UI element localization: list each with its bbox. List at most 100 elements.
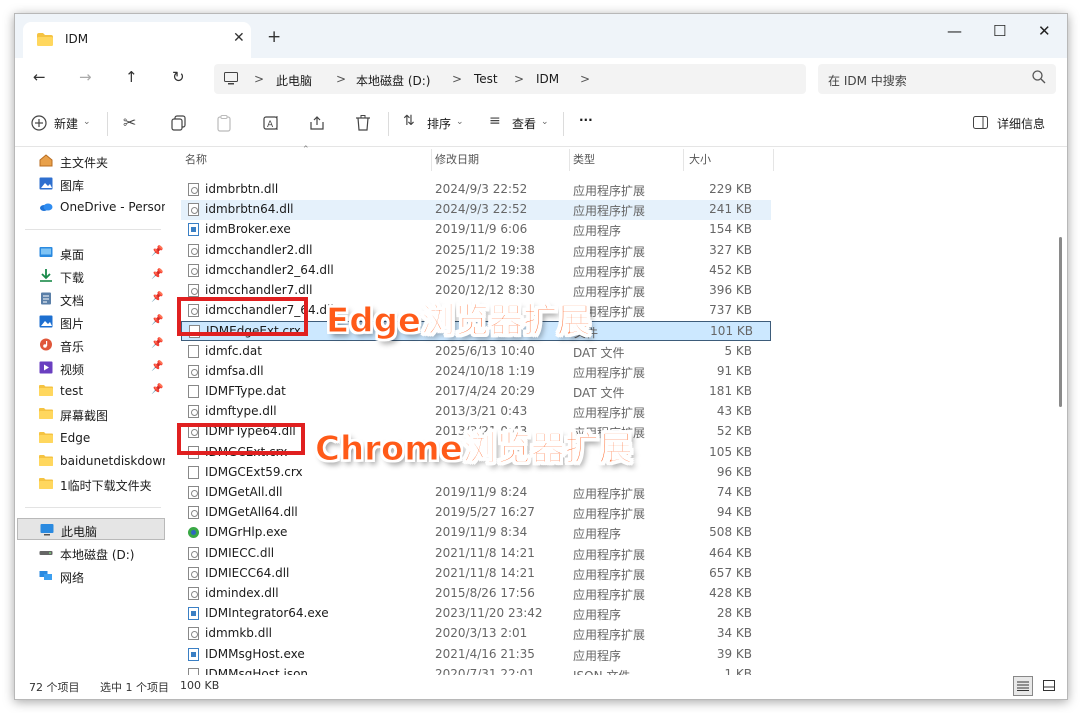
file-row[interactable]: IDMIECC64.dll 2021/11/8 14:21 应用程序扩展 657 KB — [181, 564, 771, 584]
sidebar-item-home[interactable]: 主文件夹 — [17, 150, 165, 172]
sidebar-item-onedrive[interactable]: OneDrive - Personal — [17, 196, 165, 218]
file-row[interactable]: IDMIntegrator64.exe 2023/11/20 23:42 应用程序 2… — [181, 604, 771, 624]
file-size: 737 KB — [709, 303, 752, 318]
file-row[interactable]: idmBroker.exe 2019/11/9 6:06 应用程序 154 KB — [181, 220, 771, 240]
minimize-button[interactable]: — — [947, 22, 962, 40]
sidebar-item-videos[interactable]: 视频 📌 — [17, 357, 165, 379]
share-icon[interactable] — [309, 115, 325, 131]
sort-icon[interactable]: ⇅ — [403, 113, 415, 129]
rename-icon[interactable]: A — [263, 115, 280, 131]
file-row[interactable]: IDMGrHlp.exe 2019/11/9 8:34 应用程序 508 KB — [181, 523, 771, 543]
folder-icon — [39, 408, 53, 419]
new-icon[interactable] — [31, 115, 47, 131]
file-row[interactable]: IDMMsgHost.exe 2021/4/16 21:35 应用程序 39 KB — [181, 645, 771, 665]
file-row[interactable]: idmmkb.dll 2020/3/13 2:01 应用程序扩展 34 KB — [181, 624, 771, 644]
more-options-button[interactable]: ··· — [579, 113, 593, 127]
file-size: 52 KB — [716, 424, 752, 439]
file-row[interactable]: idmfsa.dll 2024/10/18 1:19 应用程序扩展 91 KB — [181, 362, 771, 382]
refresh-button[interactable]: ↻ — [172, 68, 185, 86]
sidebar-item-documents[interactable]: 文档 📌 — [17, 288, 165, 310]
sidebar-item-label: OneDrive - Personal — [60, 200, 165, 214]
file-size: 39 KB — [716, 646, 752, 661]
exe-file-icon — [188, 526, 199, 539]
sidebar-item-downloads[interactable]: 下载 📌 — [17, 265, 165, 287]
file-row[interactable]: IDMFType.dat 2017/4/24 20:29 DAT 文件 181 KB — [181, 382, 771, 402]
dll-file-icon — [188, 506, 199, 520]
tab-close-button[interactable]: ✕ — [233, 30, 245, 46]
sidebar-item-label: 音乐 — [60, 340, 85, 354]
close-window-button[interactable]: ✕ — [1038, 22, 1051, 40]
maximize-button[interactable]: ☐ — [993, 22, 1006, 40]
delete-icon[interactable] — [356, 115, 370, 131]
column-header-date[interactable]: 修改日期 — [435, 151, 479, 167]
sidebar-item-music[interactable]: 音乐 📌 — [17, 334, 165, 356]
column-header-name[interactable]: 名称 — [185, 151, 207, 167]
file-row[interactable]: idmfc.dat 2025/6/13 10:40 DAT 文件 5 KB — [181, 342, 771, 362]
annotation-edge-extension: Edge浏览器扩展 — [326, 301, 592, 342]
toolbar-divider — [563, 112, 564, 136]
details-view-button[interactable] — [1013, 676, 1033, 696]
breadcrumb-drive-d[interactable]: 本地磁盘 (D:) — [356, 72, 430, 89]
file-size: 34 KB — [716, 626, 752, 641]
column-divider — [683, 149, 684, 171]
sidebar-item-edge[interactable]: Edge — [17, 427, 165, 449]
sidebar-item-screenshots[interactable]: 屏幕截图 — [17, 403, 165, 425]
file-size: 464 KB — [709, 545, 752, 560]
file-size: 96 KB — [716, 464, 752, 479]
sort-button[interactable]: 排序 — [427, 115, 451, 132]
sidebar-item-this-pc[interactable]: 此电脑 — [17, 518, 165, 540]
paste-icon[interactable] — [217, 115, 231, 132]
sidebar-item-pictures[interactable]: 图片 📌 — [17, 311, 165, 333]
annotation-chrome-extension: Chrome浏览器扩展 — [315, 429, 634, 470]
vertical-scrollbar[interactable] — [1056, 147, 1066, 675]
file-row[interactable]: IDMGetAll.dll 2019/11/9 8:24 应用程序扩展 74 KB — [181, 483, 771, 503]
file-row[interactable]: idmcchandler2_64.dll 2025/11/2 19:38 应用程序扩… — [181, 261, 771, 281]
details-pane-icon[interactable] — [973, 116, 988, 129]
sidebar-item-temp-downloads[interactable]: 1临时下载文件夹 — [17, 473, 165, 495]
file-row[interactable]: IDMGetAll64.dll 2019/5/27 16:27 应用程序扩展 94 K… — [181, 503, 771, 523]
file-row[interactable]: idmbrbtn.dll 2024/9/3 22:52 应用程序扩展 229 KB — [181, 180, 771, 200]
tab-idm[interactable]: IDM ✕ — [23, 22, 251, 58]
copy-icon[interactable] — [171, 115, 186, 131]
address-bar[interactable]: > 此电脑 > 本地磁盘 (D:) > Test > IDM > — [214, 64, 806, 94]
sidebar-item-gallery[interactable]: 图库 — [17, 173, 165, 195]
column-header-type[interactable]: 类型 — [573, 151, 595, 167]
breadcrumb-this-pc[interactable]: 此电脑 — [276, 72, 312, 89]
forward-button[interactable]: → — [79, 68, 92, 86]
file-name: idmfsa.dll — [205, 363, 264, 378]
tab-title: IDM — [65, 32, 89, 46]
breadcrumb-test[interactable]: Test — [474, 72, 498, 86]
cut-icon[interactable]: ✂ — [123, 113, 136, 132]
selection-size: 100 KB — [180, 679, 220, 692]
file-row[interactable]: idmftype.dll 2013/3/21 0:43 应用程序扩展 43 KB — [181, 402, 771, 422]
sidebar-item-baidunetdisk[interactable]: baidunetdiskdownload — [17, 450, 165, 472]
new-tab-button[interactable]: + — [267, 27, 281, 47]
sidebar-item-desktop[interactable]: 桌面 📌 — [17, 242, 165, 264]
tiles-view-button[interactable] — [1039, 676, 1059, 696]
sidebar-item-drive-d[interactable]: 本地磁盘 (D:) — [17, 542, 165, 564]
file-row[interactable]: idmindex.dll 2015/8/26 17:56 应用程序扩展 428 KB — [181, 584, 771, 604]
file-type: 应用程序扩展 — [573, 365, 646, 380]
back-button[interactable]: ← — [33, 68, 46, 86]
sidebar-item-test[interactable]: test 📌 — [17, 380, 165, 402]
column-header-size[interactable]: 大小 — [689, 151, 711, 167]
search-input[interactable]: 在 IDM 中搜索 — [828, 72, 907, 89]
file-size: 327 KB — [709, 242, 752, 257]
file-row[interactable]: IDMIECC.dll 2021/11/8 14:21 应用程序扩展 464 KB — [181, 544, 771, 564]
list-view-icon — [1017, 681, 1029, 691]
new-button[interactable]: 新建 — [54, 115, 78, 132]
up-button[interactable]: ↑ — [125, 68, 138, 86]
details-button[interactable]: 详细信息 — [997, 115, 1045, 132]
file-row[interactable]: idmbrbtn64.dll 2024/9/3 22:52 应用程序扩展 241 KB — [181, 200, 771, 221]
breadcrumb-idm[interactable]: IDM — [536, 72, 559, 86]
file-icon — [188, 344, 199, 358]
view-icon[interactable]: ≡ — [489, 113, 501, 129]
file-size: 508 KB — [709, 525, 752, 540]
view-button[interactable]: 查看 — [512, 115, 536, 132]
file-row[interactable]: idmcchandler2.dll 2025/11/2 19:38 应用程序扩展 32… — [181, 241, 771, 261]
sidebar-item-network[interactable]: 网络 — [17, 565, 165, 587]
scrollbar-thumb[interactable] — [1059, 237, 1062, 407]
search-box[interactable]: 在 IDM 中搜索 — [818, 64, 1056, 94]
column-divider — [773, 149, 774, 171]
file-name: IDMMsgHost.exe — [205, 646, 305, 661]
